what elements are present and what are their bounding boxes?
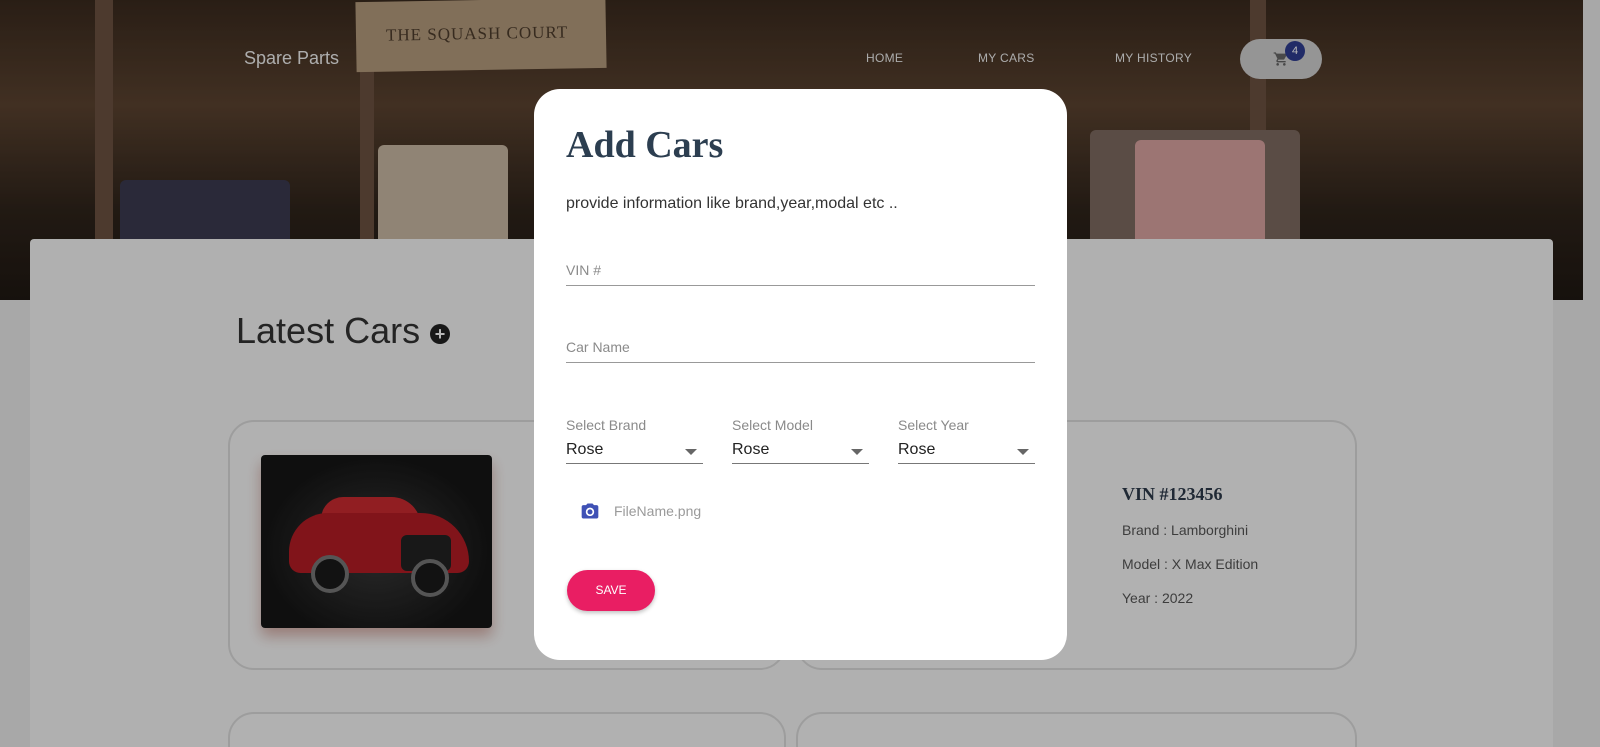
year-select-group: Select Year Rose	[898, 417, 1035, 464]
year-select-label: Select Year	[898, 417, 969, 433]
chevron-down-icon	[685, 449, 697, 455]
chevron-down-icon	[851, 449, 863, 455]
model-select-label: Select Model	[732, 417, 813, 433]
file-name: FileName.png	[614, 503, 702, 519]
chevron-down-icon	[1017, 449, 1029, 455]
model-select[interactable]: Rose	[732, 439, 869, 464]
model-select-group: Select Model Rose	[732, 417, 869, 464]
brand-select-group: Select Brand Rose	[566, 417, 703, 464]
brand-select-label: Select Brand	[566, 417, 647, 433]
brand-select[interactable]: Rose	[566, 439, 703, 464]
file-upload[interactable]: FileName.png	[580, 501, 780, 525]
year-select-value: Rose	[898, 441, 936, 458]
car-name-input[interactable]: Car Name	[566, 337, 1035, 363]
vin-input[interactable]: VIN #	[566, 260, 1035, 286]
brand-select-value: Rose	[566, 441, 604, 458]
add-car-modal: Add Cars provide information like brand,…	[534, 89, 1067, 660]
vin-placeholder: VIN #	[566, 262, 602, 278]
camera-icon[interactable]	[580, 501, 600, 521]
model-select-value: Rose	[732, 441, 770, 458]
year-select[interactable]: Rose	[898, 439, 1035, 464]
car-name-placeholder: Car Name	[566, 339, 630, 355]
modal-title: Add Cars	[566, 124, 724, 166]
modal-subtitle: provide information like brand,year,moda…	[566, 195, 898, 212]
save-button[interactable]: SAVE	[567, 570, 655, 611]
